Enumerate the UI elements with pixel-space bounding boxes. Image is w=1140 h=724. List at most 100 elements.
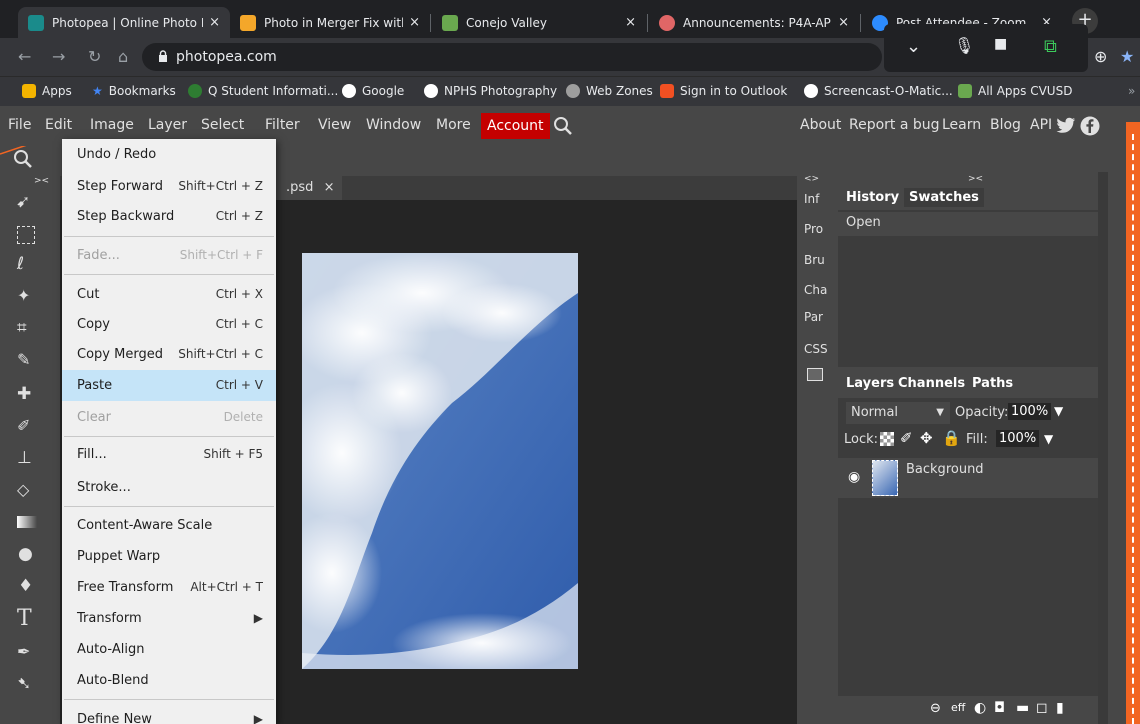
bookmark-apps[interactable]: Apps [22,84,72,98]
menu-filter[interactable]: Filter [265,117,300,133]
menu-more[interactable]: More [436,117,471,133]
home-icon[interactable]: ⌂ [118,47,128,66]
blog-link[interactable]: Blog [990,117,1021,133]
bookmark-screencast[interactable]: Screencast-O-Matic... [804,84,953,98]
menu-item-fade[interactable]: Fade... Shift+Ctrl + F [62,240,276,271]
collapse-tools-icon[interactable]: >< [34,176,49,186]
bookmarks-overflow-icon[interactable]: » [1128,84,1135,98]
new-folder-icon[interactable]: ▬ [1016,700,1029,716]
menu-edit[interactable]: Edit [45,117,72,133]
bookmark-nphs-photography[interactable]: NPHS Photography [424,84,557,98]
image-panel-icon[interactable] [807,368,823,381]
menu-item-copy-merged[interactable]: Copy Merged Shift+Ctrl + C [62,339,276,370]
panel-tab-character[interactable]: Cha [804,283,827,297]
document-tab[interactable]: .psd × [276,176,342,200]
menu-item-free-transform[interactable]: Free Transform Alt+Ctrl + T [62,572,276,603]
share-screen-icon[interactable]: ⧉ [1044,36,1057,57]
account-button[interactable]: Account [481,113,550,139]
effects-icon[interactable]: eff [951,701,965,714]
menu-layer[interactable]: Layer [148,117,187,133]
panel-tab-properties[interactable]: Pro [804,222,823,236]
menu-item-auto-blend[interactable]: Auto-Blend [62,665,276,696]
bookmark-outlook[interactable]: Sign in to Outlook [660,84,787,98]
about-link[interactable]: About [800,117,841,133]
back-icon[interactable]: ← [18,47,31,66]
menu-item-cut[interactable]: Cut Ctrl + X [62,279,276,310]
menu-window[interactable]: Window [366,117,421,133]
blur-tool-icon[interactable]: ● [18,544,33,564]
chevron-down-icon[interactable]: ⌄ [906,36,921,57]
microphone-icon[interactable]: 🎙 [954,36,974,55]
menu-item-step-forward[interactable]: Step Forward Shift+Ctrl + Z [62,171,276,202]
panel-tab-info[interactable]: Inf [804,192,819,206]
video-camera-icon[interactable]: ■ [994,36,1007,52]
opacity-arrow-icon[interactable]: ▼ [1054,404,1063,418]
panel-tab-css[interactable]: CSS [804,342,828,356]
layer-row[interactable]: ◉ Background [838,458,1098,498]
opacity-input[interactable]: 100% [1008,403,1052,420]
eye-visibility-icon[interactable]: ◉ [848,469,860,485]
type-tool-icon[interactable]: T [17,606,32,631]
tab-layers[interactable]: Layers [846,376,894,391]
eraser-tool-icon[interactable]: ◇ [17,480,29,499]
tab-channels[interactable]: Channels [898,376,965,391]
marquee-tool-icon[interactable] [17,226,35,244]
layer-mask-icon[interactable]: ◘ [994,700,1005,716]
crop-tool-icon[interactable]: ⌗ [17,318,27,338]
tab-paths[interactable]: Paths [972,376,1013,391]
api-link[interactable]: API [1030,117,1052,133]
collapse-mid-icon[interactable]: <> [804,174,819,184]
menu-item-fill[interactable]: Fill... Shift + F5 [62,439,276,470]
fill-input[interactable]: 100% [996,430,1040,447]
menu-item-paste[interactable]: Paste Ctrl + V [62,370,276,401]
facebook-icon[interactable] [1080,116,1100,136]
link-layers-icon[interactable]: ⊖ [930,701,941,716]
document-image[interactable] [302,253,578,669]
path-select-icon[interactable]: ➷ [17,674,31,694]
close-tab-icon[interactable]: × [409,15,420,30]
close-document-icon[interactable]: × [324,180,335,195]
gradient-tool-icon[interactable] [17,516,37,528]
lock-all-icon[interactable]: 🔒 [942,429,961,447]
magic-wand-icon[interactable]: ✦ [17,286,30,305]
bookmark-web-zones[interactable]: Web Zones [566,84,653,98]
learn-link[interactable]: Learn [942,117,981,133]
pen-tool-icon[interactable]: ✒ [17,642,30,661]
tab-photo-merger[interactable]: Photo in Merger Fix with M × [230,7,430,38]
menu-item-transform[interactable]: Transform ▶ [62,603,276,634]
panel-tab-brush[interactable]: Bru [804,253,825,267]
fill-arrow-icon[interactable]: ▼ [1044,432,1053,446]
menu-image[interactable]: Image [90,117,134,133]
collapse-right-icon[interactable]: >< [968,174,983,184]
bookmark-all-apps[interactable]: All Apps CVUSD [958,84,1072,98]
menu-item-auto-align[interactable]: Auto-Align [62,634,276,665]
reload-icon[interactable]: ↻ [88,47,101,66]
healing-brush-icon[interactable]: ✚ [17,384,31,404]
bookmark-q-student[interactable]: Q Student Informati... [188,84,338,98]
menu-item-puppet-warp[interactable]: Puppet Warp [62,541,276,572]
adjustment-layer-icon[interactable]: ◐ [974,700,986,716]
new-layer-icon[interactable]: ◻ [1036,700,1048,716]
menu-item-undo-redo[interactable]: Undo / Redo [62,139,276,170]
menu-item-step-backward[interactable]: Step Backward Ctrl + Z [62,201,276,232]
panel-tab-paragraph[interactable]: Par [804,310,823,324]
lasso-tool-icon[interactable]: ℓ [17,254,24,274]
eyedropper-icon[interactable]: ✎ [17,350,30,369]
menu-item-copy[interactable]: Copy Ctrl + C [62,309,276,340]
menu-item-content-aware-scale[interactable]: Content-Aware Scale [62,510,276,541]
tab-history[interactable]: History [846,190,899,205]
menu-item-clear[interactable]: Clear Delete [62,402,276,433]
lock-transparency-icon[interactable] [880,432,894,446]
zoom-page-icon[interactable]: ⊕ [1094,47,1107,66]
move-tool-icon[interactable]: ➹ [16,192,30,212]
tab-conejo-valley[interactable]: Conejo Valley × [432,7,646,38]
lock-brush-icon[interactable]: ✐ [900,429,913,447]
twitter-icon[interactable] [1056,117,1076,135]
panel-scrollbar[interactable] [1098,172,1108,724]
close-tab-icon[interactable]: × [838,15,849,30]
clone-stamp-icon[interactable]: ⊥ [17,448,32,468]
lock-move-icon[interactable]: ✥ [920,429,933,447]
menu-item-stroke[interactable]: Stroke... [62,472,276,503]
menu-view[interactable]: View [318,117,351,133]
brush-tool-icon[interactable]: ✐ [17,416,30,435]
